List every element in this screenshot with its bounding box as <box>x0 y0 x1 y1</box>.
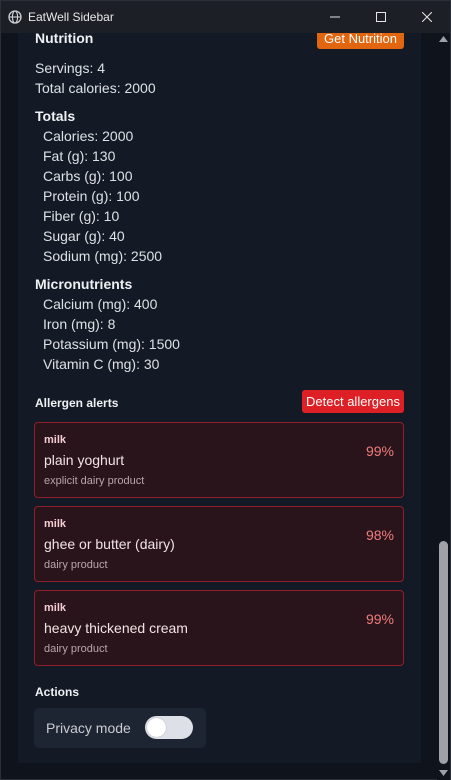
actions-heading: Actions <box>35 685 80 699</box>
caret-down-icon <box>439 770 448 776</box>
close-icon <box>422 12 432 22</box>
alert-allergen: milk <box>44 518 67 530</box>
alert-food: heavy thickened cream <box>44 620 188 636</box>
alert-confidence: 98% <box>365 527 394 543</box>
toggle-knob <box>147 718 166 737</box>
window-title: EatWell Sidebar <box>28 10 114 24</box>
totals-item: Sugar (g): 40 <box>43 228 125 244</box>
window-controls <box>312 1 450 33</box>
totals-heading: Totals <box>35 108 76 124</box>
globe-icon <box>8 10 22 24</box>
micronutrient-item: Potassium (mg): 1500 <box>43 336 180 352</box>
alert-food: plain yoghurt <box>44 452 125 468</box>
minimize-icon <box>330 16 340 18</box>
maximize-button[interactable] <box>358 1 404 33</box>
alert-confidence: 99% <box>365 611 394 627</box>
alert-food: ghee or butter (dairy) <box>44 536 175 552</box>
scroll-down-button[interactable] <box>437 767 450 779</box>
totals-item: Carbs (g): 100 <box>43 168 133 184</box>
totals-item: Sodium (mg): 2500 <box>43 248 163 264</box>
scroll-thumb[interactable] <box>439 541 448 764</box>
alert-confidence: 99% <box>365 443 394 459</box>
micronutrient-item: Calcium (mg): 400 <box>43 296 158 312</box>
alert-reason: dairy product <box>44 643 108 655</box>
alert-reason: explicit dairy product <box>44 475 145 487</box>
micronutrients-heading: Micronutrients <box>35 276 133 292</box>
title-bar[interactable]: EatWell Sidebar <box>1 1 450 33</box>
servings-text: Servings: 4 <box>35 60 106 76</box>
privacy-mode-row: Privacy mode <box>34 708 206 748</box>
close-button[interactable] <box>404 1 450 33</box>
scroll-up-button[interactable] <box>437 33 450 45</box>
maximize-icon <box>376 12 386 22</box>
allergen-alert-card[interactable]: milk ghee or butter (dairy) dairy produc… <box>34 506 404 582</box>
alert-reason: dairy product <box>44 559 108 571</box>
totals-item: Protein (g): 100 <box>43 188 140 204</box>
micronutrient-item: Iron (mg): 8 <box>43 316 116 332</box>
totals-item: Calories: 2000 <box>43 128 134 144</box>
minimize-button[interactable] <box>312 1 358 33</box>
privacy-mode-toggle[interactable] <box>145 716 193 739</box>
get-nutrition-button[interactable]: Get Nutrition <box>317 33 404 49</box>
nutrition-heading: Nutrition <box>35 33 94 46</box>
totals-item: Fiber (g): 10 <box>43 208 120 224</box>
app-window: EatWell Sidebar Nutrition Get Nutrition … <box>0 0 451 780</box>
caret-up-icon <box>439 36 448 42</box>
allergen-alerts-heading: Allergen alerts <box>35 396 119 410</box>
micronutrient-item: Vitamin C (mg): 30 <box>43 356 160 372</box>
allergen-alert-card[interactable]: milk plain yoghurt explicit dairy produc… <box>34 422 404 498</box>
total-calories-text: Total calories: 2000 <box>35 80 156 96</box>
detect-allergens-button[interactable]: Detect allergens <box>302 390 404 413</box>
sidebar-panel: Nutrition Get Nutrition Servings: 4 Tota… <box>18 33 421 763</box>
privacy-mode-label: Privacy mode <box>46 720 131 736</box>
alert-allergen: milk <box>44 434 67 446</box>
allergen-alert-card[interactable]: milk heavy thickened cream dairy product… <box>34 590 404 666</box>
totals-item: Fat (g): 130 <box>43 148 116 164</box>
vertical-scrollbar[interactable] <box>437 33 450 780</box>
alert-allergen: milk <box>44 602 67 614</box>
